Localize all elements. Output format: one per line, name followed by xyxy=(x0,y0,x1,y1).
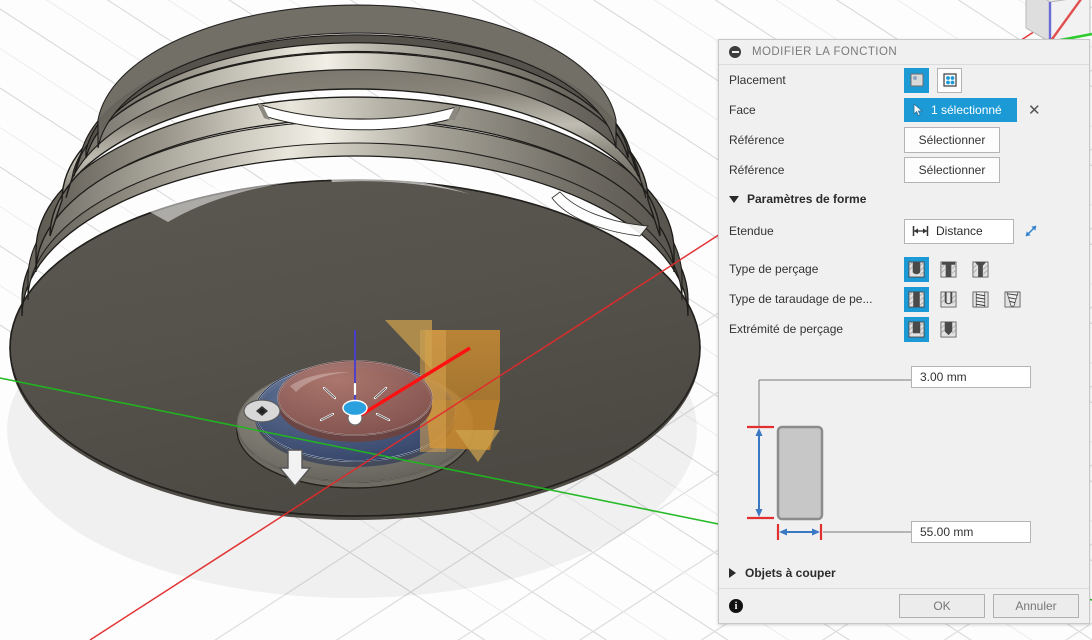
drill-end-row: Extrémité de perçage xyxy=(719,314,1089,344)
ok-button[interactable]: OK xyxy=(899,594,985,618)
drill-end-label: Extrémité de perçage xyxy=(729,322,844,336)
info-icon[interactable]: i xyxy=(729,599,743,613)
distance-measure-icon xyxy=(912,226,929,236)
dialog-header[interactable]: MODIFIER LA FONCTION xyxy=(719,40,1089,65)
chevron-right-icon xyxy=(729,568,736,578)
face-row: Face 1 sélectionné ✕ xyxy=(719,95,1089,125)
move-handle-gizmo xyxy=(243,399,281,423)
single-point-glyph xyxy=(910,73,923,87)
extent-dropdown[interactable]: Distance xyxy=(904,218,1014,244)
drill-angled-end-glyph xyxy=(940,321,957,337)
tap-type-row: Type de taraudage de pe... xyxy=(719,284,1089,314)
chevron-down-icon xyxy=(729,195,739,203)
cancel-button[interactable]: Annuler xyxy=(993,594,1079,618)
hole-counterbore-icon[interactable] xyxy=(936,257,961,282)
flip-direction-icon[interactable] xyxy=(1022,222,1040,240)
hole-countersink-glyph xyxy=(972,261,989,277)
dialog-footer: i OK Annuler xyxy=(719,588,1089,623)
depth-value-input[interactable]: 3.00 mm xyxy=(911,366,1031,388)
face-selection-button[interactable]: 1 sélectionné xyxy=(904,98,1017,122)
reference2-row: Référence Sélectionner xyxy=(719,155,1089,185)
reference2-label: Référence xyxy=(729,163,785,177)
cut-objects-section-header[interactable]: Objets à couper xyxy=(719,558,1089,588)
reference2-select-button[interactable]: Sélectionner xyxy=(904,157,1000,183)
hole-type-row: Type de perçage xyxy=(719,254,1089,284)
flip-arrow-glyph xyxy=(1025,225,1037,237)
tap-simple-glyph xyxy=(908,290,925,308)
tap-clearance-glyph xyxy=(940,291,957,307)
modifier-la-fonction-dialog[interactable]: MODIFIER LA FONCTION Placement Face 1 sé… xyxy=(718,39,1090,624)
drill-flat-end-glyph xyxy=(908,320,925,338)
reference1-row: Référence Sélectionner xyxy=(719,125,1089,155)
extent-row: Etendue Distance xyxy=(719,216,1089,246)
tap-threaded-icon[interactable] xyxy=(968,287,993,312)
placement-row: Placement xyxy=(719,65,1089,95)
hole-simple-glyph xyxy=(908,260,925,278)
tap-simple-icon[interactable] xyxy=(904,286,929,312)
dialog-title: MODIFIER LA FONCTION xyxy=(752,46,898,58)
face-selection-value: 1 sélectionné xyxy=(931,103,1002,117)
dialog-body: Placement Face 1 sélectionné ✕ Référence… xyxy=(719,65,1089,588)
extent-label: Etendue xyxy=(729,224,774,238)
shape-parameters-label: Paramètres de forme xyxy=(747,192,867,206)
drill-flat-end-icon[interactable] xyxy=(904,316,929,342)
diameter-value-input[interactable]: 55.00 mm xyxy=(911,521,1031,543)
tap-taper-threaded-icon[interactable] xyxy=(1000,287,1025,312)
close-icon[interactable]: ✕ xyxy=(1025,103,1044,118)
hole-simple-icon[interactable] xyxy=(904,256,929,282)
multi-point-placement-icon[interactable] xyxy=(937,67,962,93)
tap-taper-threaded-glyph xyxy=(1004,291,1021,307)
reference1-label: Référence xyxy=(729,133,785,147)
hole-type-label: Type de perçage xyxy=(729,262,819,276)
tap-clearance-icon[interactable] xyxy=(936,287,961,312)
cut-objects-label: Objets à couper xyxy=(745,566,836,580)
tap-type-label: Type de taraudage de pe... xyxy=(729,292,873,306)
face-label: Face xyxy=(729,103,756,117)
hole-counterbore-glyph xyxy=(940,261,957,277)
multi-point-glyph xyxy=(942,73,957,87)
placement-label: Placement xyxy=(729,73,786,87)
reference1-select-button[interactable]: Sélectionner xyxy=(904,127,1000,153)
preview-graphic xyxy=(747,379,911,540)
drill-angled-end-icon[interactable] xyxy=(936,317,961,342)
hole-countersink-icon[interactable] xyxy=(968,257,993,282)
hole-dimension-preview: 3.00 mm 55.00 mm xyxy=(719,358,1089,553)
selection-cursor-icon xyxy=(913,103,924,117)
shape-parameters-section-header[interactable]: Paramètres de forme xyxy=(719,185,1089,210)
single-point-placement-icon[interactable] xyxy=(904,67,929,93)
minus-circle-icon[interactable] xyxy=(729,46,741,58)
extent-value: Distance xyxy=(936,224,983,238)
tap-threaded-glyph xyxy=(972,291,989,307)
